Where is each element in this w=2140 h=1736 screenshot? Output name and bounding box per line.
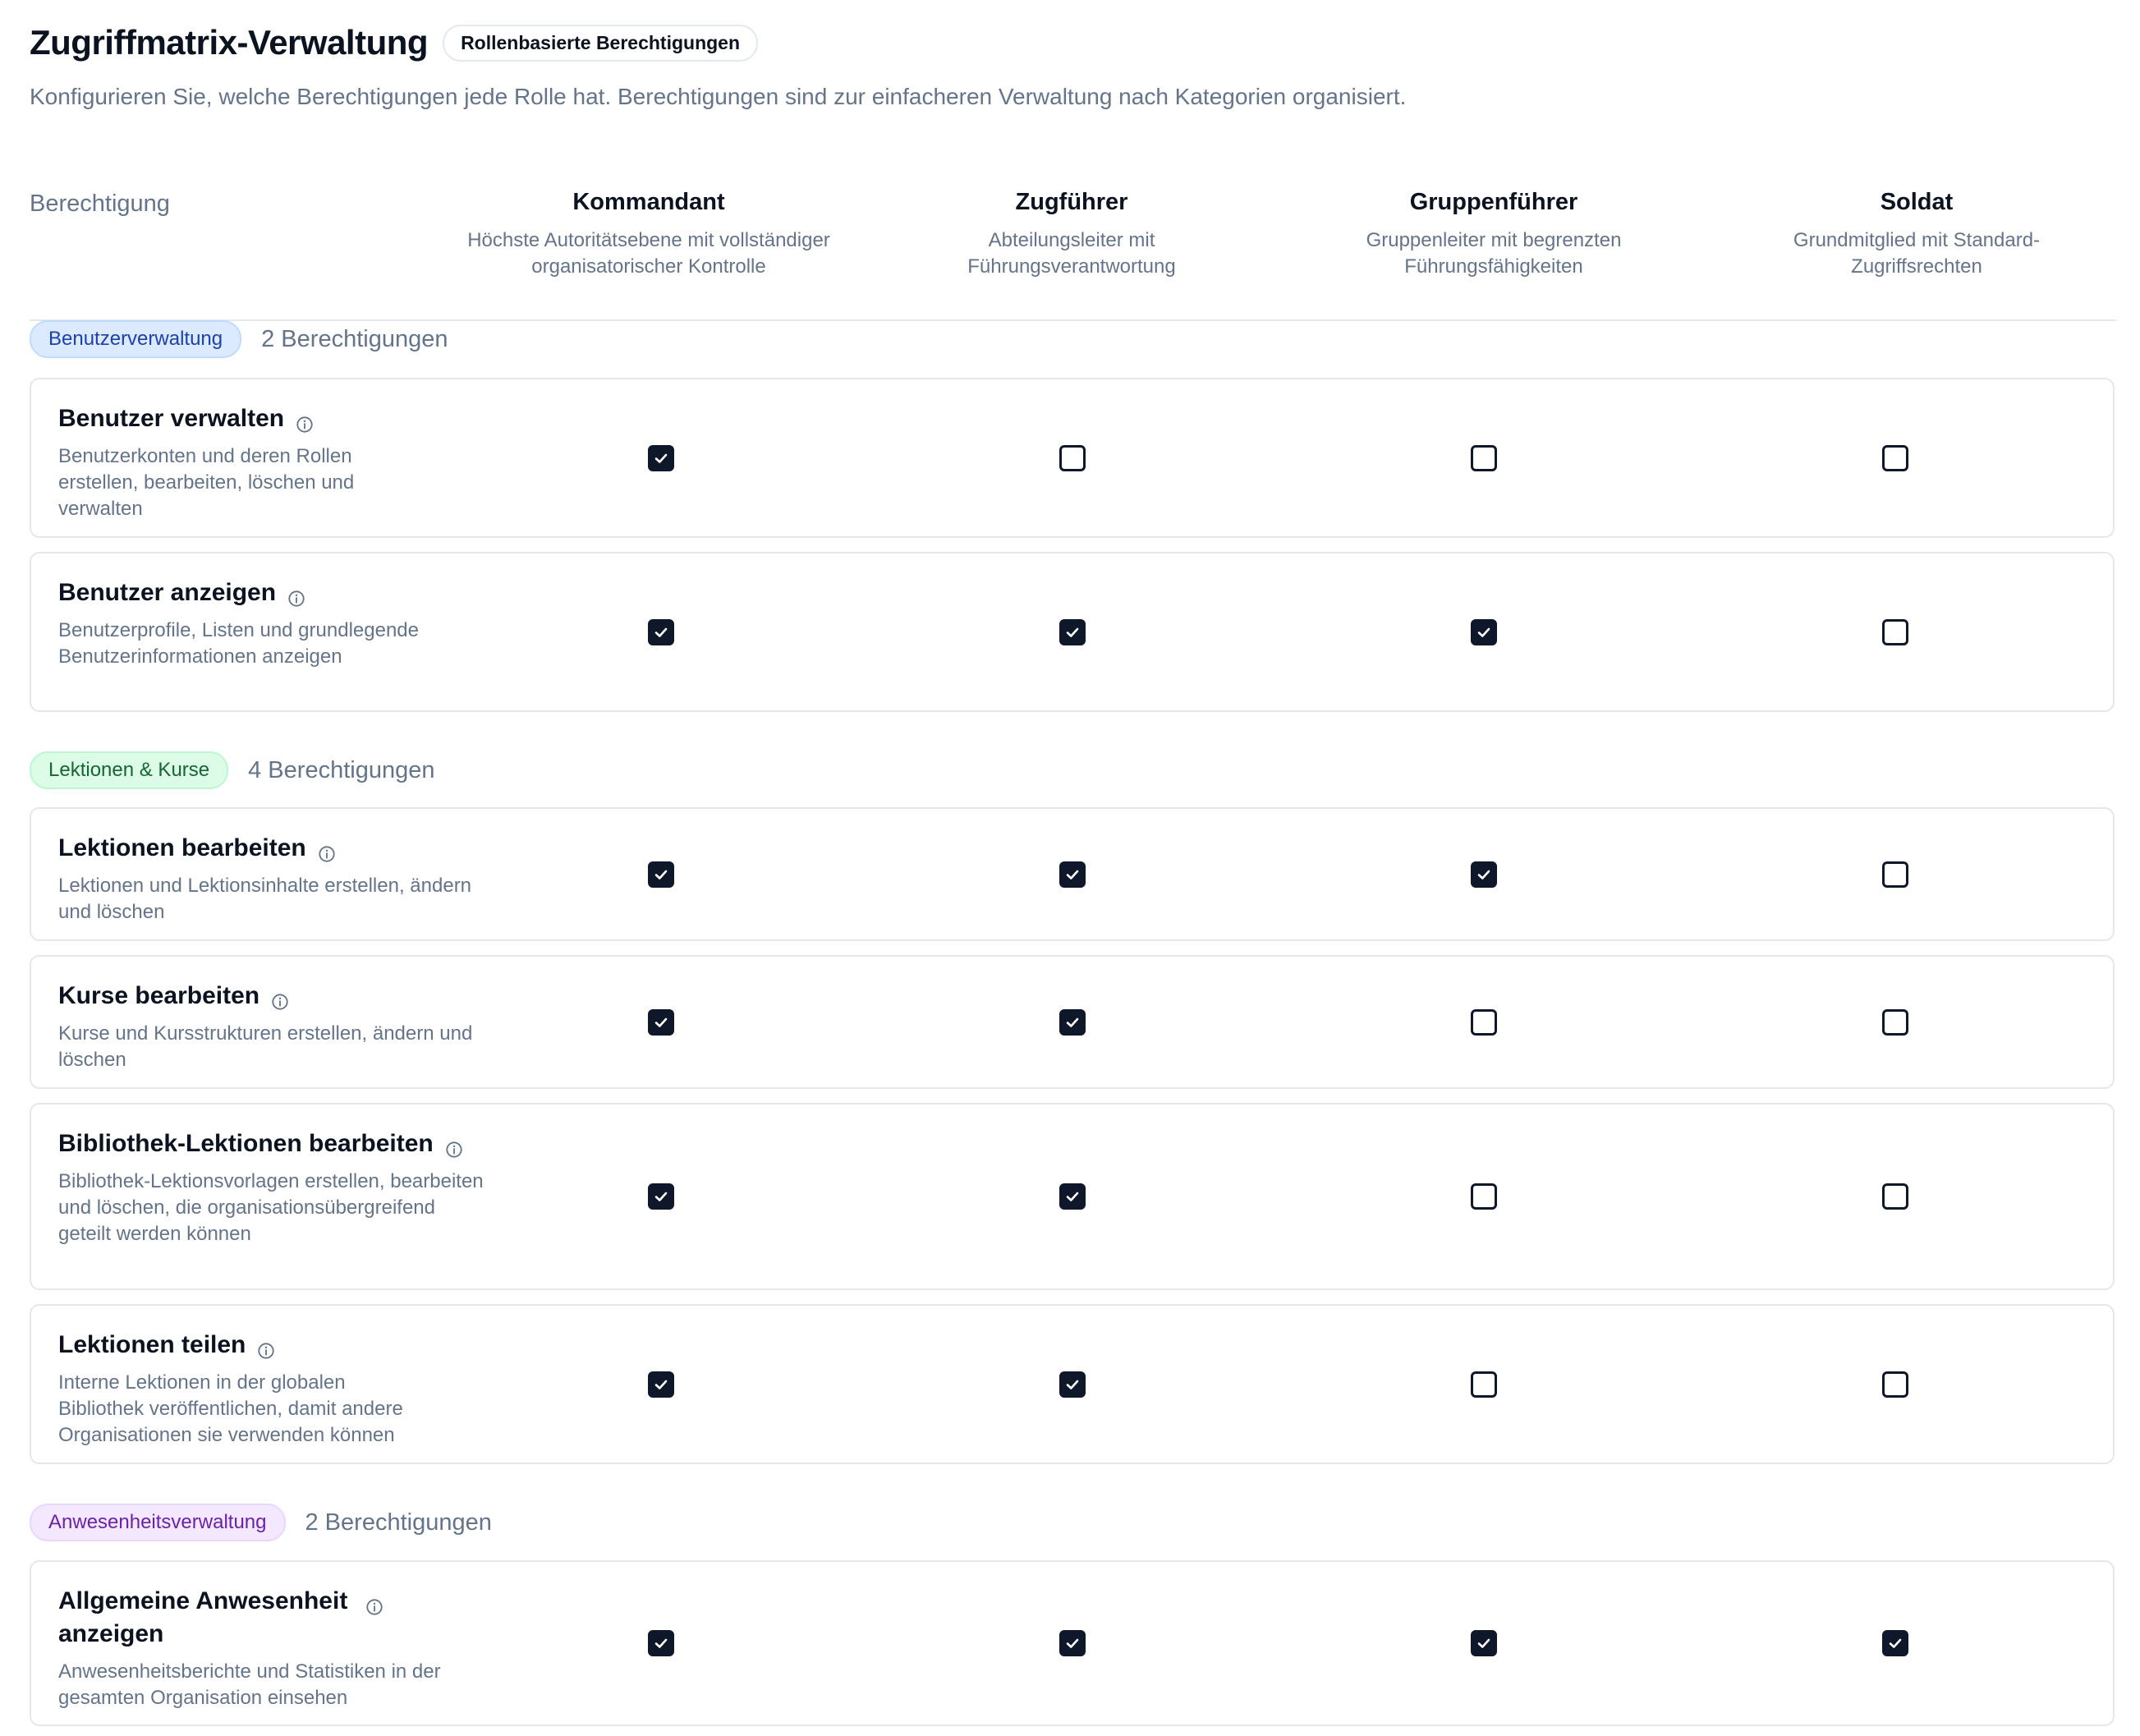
checkbox-gruppenfuehrer[interactable] xyxy=(1471,1008,1497,1036)
checkbox-soldat[interactable] xyxy=(1882,1183,1908,1210)
checkbox-soldat[interactable] xyxy=(1882,1008,1908,1036)
category-count: 2 Berechtigungen xyxy=(305,1509,492,1536)
checkbox-zugfuehrer[interactable] xyxy=(1059,618,1086,645)
checkbox-kommandant[interactable] xyxy=(648,1371,674,1398)
permission-row: Lektionen teilen Interne Lektionen in der… xyxy=(30,1304,2115,1464)
permission-info: Kurse bearbeiten Kurse und Kursstrukturen… xyxy=(58,980,485,1073)
info-icon[interactable] xyxy=(287,584,305,607)
checkbox-soldat[interactable] xyxy=(1882,1630,1908,1656)
checkbox-zugfuehrer[interactable] xyxy=(1059,1630,1086,1656)
permission-row: Kurse bearbeiten Kurse und Kursstrukturen… xyxy=(30,955,2115,1089)
checkbox-kommandant[interactable] xyxy=(648,444,674,471)
permission-description: Interne Lektionen in der globalen Biblio… xyxy=(58,1371,403,1446)
permission-title-text: Benutzer verwalten xyxy=(58,405,285,432)
checkbox-zugfuehrer[interactable] xyxy=(1059,444,1086,471)
role-name: Gruppenführer xyxy=(1409,189,1578,215)
checkbox-kommandant[interactable] xyxy=(648,1630,674,1656)
permission-info: Lektionen bearbeiten Lektionen und Lektio… xyxy=(58,832,485,925)
permission-description: Benutzerprofile, Listen und grundlegende… xyxy=(58,619,419,668)
role-based-badge: Rollenbasierte Berechtigungen xyxy=(443,24,759,62)
info-icon[interactable] xyxy=(445,1135,463,1158)
category-badge: Benutzerverwaltung xyxy=(30,320,242,358)
info-icon[interactable] xyxy=(296,410,314,433)
permission-title-text: Lektionen bearbeiten xyxy=(58,834,306,861)
checkbox-gruppenfuehrer[interactable] xyxy=(1471,1183,1497,1210)
page-subtitle: Konfigurieren Sie, welche Berechtigungen… xyxy=(30,84,1407,109)
checkbox-zugfuehrer[interactable] xyxy=(1059,1371,1086,1398)
permission-row: Allgemeine Anwesenheit anzeigen Anwesenhe… xyxy=(30,1560,2115,1726)
permission-title: Lektionen bearbeiten xyxy=(58,832,485,865)
role-header-zugfuehrer: Zugführer Abteilungsleiter mit Führungsv… xyxy=(899,189,1244,280)
checkbox-gruppenfuehrer[interactable] xyxy=(1471,861,1497,888)
checkbox-kommandant[interactable] xyxy=(648,618,674,645)
title-row: Zugriffmatrix-Verwaltung Rollenbasierte … xyxy=(30,23,2110,62)
permission-row: Benutzer verwalten Benutzerkonten und der… xyxy=(30,378,2115,538)
permission-info: Lektionen teilen Interne Lektionen in der… xyxy=(58,1329,485,1449)
permission-description: Kurse und Kursstrukturen erstellen, ände… xyxy=(58,1022,473,1071)
role-name: Soldat xyxy=(1880,189,1954,215)
category-header-anwesenheitsverwaltung: Anwesenheitsverwaltung 2 Berechtigungen xyxy=(30,1504,492,1541)
checkbox-zugfuehrer[interactable] xyxy=(1059,1183,1086,1210)
page-title: Zugriffmatrix-Verwaltung xyxy=(30,23,429,62)
checkbox-zugfuehrer[interactable] xyxy=(1059,861,1086,888)
role-header-soldat: Soldat Grundmitglied mit Standard-Zugrif… xyxy=(1752,189,2081,280)
role-description: Grundmitglied mit Standard-Zugriffsrecht… xyxy=(1793,229,2041,278)
category-badge: Anwesenheitsverwaltung xyxy=(30,1504,286,1541)
checkbox-gruppenfuehrer[interactable] xyxy=(1471,1371,1497,1398)
permission-title: Bibliothek-Lektionen bearbeiten xyxy=(58,1127,485,1160)
permission-title: Lektionen teilen xyxy=(58,1329,485,1362)
page-header: Zugriffmatrix-Verwaltung Rollenbasierte … xyxy=(30,23,2110,110)
info-icon[interactable] xyxy=(271,987,289,1010)
checkbox-soldat[interactable] xyxy=(1882,618,1908,645)
checkbox-gruppenfuehrer[interactable] xyxy=(1471,1630,1497,1656)
role-name: Zugführer xyxy=(1015,189,1128,215)
checkbox-kommandant[interactable] xyxy=(648,1008,674,1036)
permission-title-text: Kurse bearbeiten xyxy=(58,982,260,1009)
category-badge: Lektionen & Kurse xyxy=(30,751,229,789)
category-count: 4 Berechtigungen xyxy=(248,756,435,783)
permission-info: Benutzer verwalten Benutzerkonten und der… xyxy=(58,402,485,522)
role-name: Kommandant xyxy=(572,189,725,215)
checkbox-zugfuehrer[interactable] xyxy=(1059,1008,1086,1036)
access-matrix-page: Zugriffmatrix-Verwaltung Rollenbasierte … xyxy=(0,0,2140,1736)
info-icon[interactable] xyxy=(318,839,336,862)
category-header-lektionen-kurse: Lektionen & Kurse 4 Berechtigungen xyxy=(30,751,435,789)
checkbox-soldat[interactable] xyxy=(1882,444,1908,471)
checkbox-kommandant[interactable] xyxy=(648,1183,674,1210)
role-header-kommandant: Kommandant Höchste Autoritätsebene mit v… xyxy=(435,189,862,280)
permission-row: Bibliothek-Lektionen bearbeiten Bibliothe… xyxy=(30,1103,2115,1290)
role-description: Abteilungsleiter mit Führungsverantwortu… xyxy=(967,229,1176,278)
category-count: 2 Berechtigungen xyxy=(261,325,448,352)
info-icon[interactable] xyxy=(257,1336,275,1359)
permission-column-header: Berechtigung xyxy=(30,191,170,217)
permission-title: Benutzer anzeigen xyxy=(58,576,485,609)
checkbox-soldat[interactable] xyxy=(1882,861,1908,888)
permission-info: Allgemeine Anwesenheit anzeigen Anwesenhe… xyxy=(58,1585,485,1711)
permission-description: Bibliothek-Lektionsvorlagen erstellen, b… xyxy=(58,1170,484,1245)
permission-title: Allgemeine Anwesenheit anzeigen xyxy=(58,1585,485,1651)
permission-title: Benutzer verwalten xyxy=(58,402,485,435)
permission-title-text: Allgemeine Anwesenheit anzeigen xyxy=(58,1587,348,1647)
role-description: Gruppenleiter mit begrenzten Führungsfäh… xyxy=(1366,229,1622,278)
checkbox-soldat[interactable] xyxy=(1882,1371,1908,1398)
permission-description: Benutzerkonten und deren Rollen erstelle… xyxy=(58,445,355,520)
checkbox-kommandant[interactable] xyxy=(648,861,674,888)
permission-title-text: Benutzer anzeigen xyxy=(58,579,277,606)
category-header-benutzerverwaltung: Benutzerverwaltung 2 Berechtigungen xyxy=(30,320,448,358)
permission-info: Bibliothek-Lektionen bearbeiten Bibliothe… xyxy=(58,1127,485,1247)
checkbox-gruppenfuehrer[interactable] xyxy=(1471,618,1497,645)
permission-description: Lektionen und Lektionsinhalte erstellen,… xyxy=(58,875,472,923)
role-description: Höchste Autoritätsebene mit vollständige… xyxy=(467,229,830,278)
permission-info: Benutzer anzeigen Benutzerprofile, Listen… xyxy=(58,576,485,670)
permission-title: Kurse bearbeiten xyxy=(58,980,485,1013)
role-header-gruppenfuehrer: Gruppenführer Gruppenleiter mit begrenzt… xyxy=(1321,189,1666,280)
info-icon[interactable] xyxy=(365,1592,383,1615)
permission-title-text: Bibliothek-Lektionen bearbeiten xyxy=(58,1130,434,1157)
permission-description: Anwesenheitsberichte und Statistiken in … xyxy=(58,1660,441,1709)
permission-row: Benutzer anzeigen Benutzerprofile, Listen… xyxy=(30,552,2115,712)
permission-row: Lektionen bearbeiten Lektionen und Lektio… xyxy=(30,807,2115,941)
checkbox-gruppenfuehrer[interactable] xyxy=(1471,444,1497,471)
permission-title-text: Lektionen teilen xyxy=(58,1331,246,1358)
